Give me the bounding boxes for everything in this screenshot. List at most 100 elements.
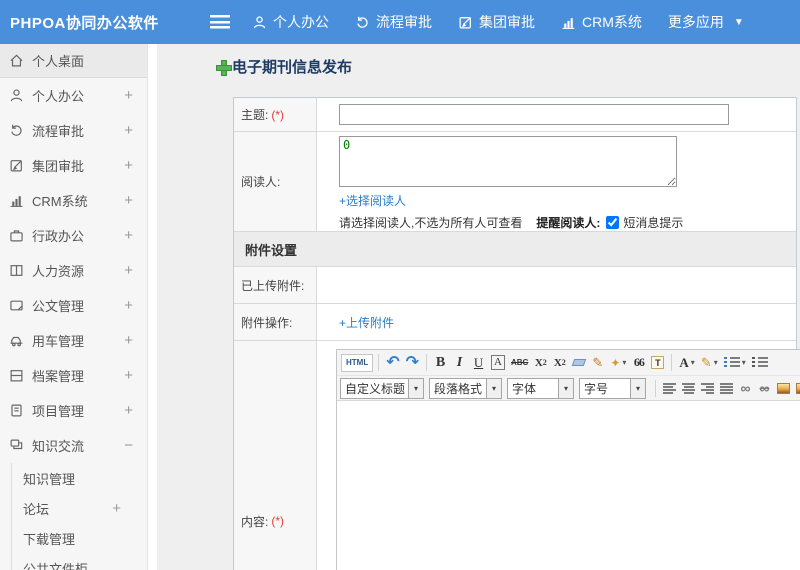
justify-button[interactable] <box>718 378 735 398</box>
format-painter-button[interactable]: ✎ <box>589 353 606 373</box>
superscript-button[interactable]: X2 <box>532 353 549 373</box>
nav-item-personal-office[interactable]: 个人办公 <box>252 12 329 32</box>
eraser-icon <box>571 359 587 366</box>
expand-toggle[interactable]: + <box>124 122 133 139</box>
subject-input[interactable] <box>339 104 729 125</box>
insert-link-button[interactable]: ∞ <box>737 378 754 398</box>
toolbar-separator <box>378 354 380 371</box>
blockquote-button[interactable]: 66 <box>630 353 647 373</box>
nav-label: 更多应用 <box>667 14 724 30</box>
align-center-button[interactable] <box>680 378 697 398</box>
editor-content-area[interactable] <box>337 400 800 570</box>
sidebar-item-document-mgmt[interactable]: 公文管理 + <box>0 288 147 323</box>
chevron-down-icon: ▾ <box>690 358 695 367</box>
book-icon <box>9 263 24 278</box>
expand-toggle[interactable]: + <box>124 367 133 384</box>
readers-row: 阅读人: 0 +选择阅读人 请选择阅读人,不选为所有人可查看 提醒阅读人: 短消… <box>234 132 796 232</box>
sidebar-item-vehicle-mgmt[interactable]: 用车管理 + <box>0 323 147 358</box>
top-nav: 个人办公 流程审批 集团审批 CRM系统 更多应用 ▼ <box>252 0 744 44</box>
ordered-list-icon <box>723 357 740 368</box>
bar-chart-icon <box>9 193 24 208</box>
expand-toggle[interactable]: + <box>124 192 133 209</box>
remind-readers-label: 提醒阅读人: <box>536 216 601 230</box>
nav-label: 个人办公 <box>273 14 329 30</box>
insert-image-button[interactable] <box>775 378 792 398</box>
uploaded-attachments-value <box>317 267 796 303</box>
font-color-button[interactable]: A ▾ <box>677 353 696 373</box>
chevron-down-icon: ▾ <box>486 378 502 398</box>
sidebar-item-project-mgmt[interactable]: 项目管理 + <box>0 393 147 428</box>
expand-toggle[interactable]: + <box>124 227 133 244</box>
sidebar-subitem-download-mgmt[interactable]: 下载管理 <box>12 523 147 553</box>
expand-toggle[interactable]: + <box>124 332 133 349</box>
edit-icon <box>458 15 473 30</box>
sidebar-subitem-forum[interactable]: 论坛 + <box>12 493 147 523</box>
insert-media-button[interactable] <box>794 378 800 398</box>
align-left-button[interactable] <box>661 378 678 398</box>
sidebar-subitem-public-cabinet[interactable]: 公共文件柜 <box>12 553 147 570</box>
sidebar-item-knowledge-exchange[interactable]: 知识交流 − <box>0 428 147 463</box>
expand-toggle[interactable]: + <box>124 87 133 104</box>
subscript-button[interactable]: X2 <box>551 353 568 373</box>
custom-heading-select[interactable]: 自定义标题 ▾ <box>340 377 424 399</box>
quick-format-button[interactable]: ✦ ▾ <box>608 353 628 373</box>
expand-toggle[interactable]: + <box>124 262 133 279</box>
underline-button[interactable]: U <box>470 353 487 373</box>
bold-button[interactable]: B <box>432 353 449 373</box>
uploaded-attachments-row: 已上传附件: <box>234 267 796 304</box>
expand-toggle[interactable]: + <box>124 402 133 419</box>
italic-button[interactable]: I <box>451 353 468 373</box>
cycle-icon <box>9 123 24 138</box>
readers-hint-line: 请选择阅读人,不选为所有人可查看 提醒阅读人: 短消息提示 <box>339 214 683 231</box>
person-icon <box>9 88 24 103</box>
collapse-toggle[interactable]: − <box>124 437 133 454</box>
app-logo[interactable]: PHPOA协同办公软件 <box>10 0 159 44</box>
undo-button[interactable]: ↶ <box>384 353 401 373</box>
select-readers-link[interactable]: +选择阅读人 <box>339 192 406 209</box>
paragraph-format-select[interactable]: 段落格式 ▾ <box>429 377 503 399</box>
sidebar-item-hr[interactable]: 人力资源 + <box>0 253 147 288</box>
strikethrough-button[interactable]: ABC <box>509 353 530 373</box>
sms-remind-checkbox[interactable] <box>606 216 620 229</box>
font-size-select[interactable]: 字号 ▾ <box>579 377 646 399</box>
sidebar-item-group-approval[interactable]: 集团审批 + <box>0 148 147 183</box>
font-family-select[interactable]: 字体 ▾ <box>507 377 574 399</box>
remove-format-button[interactable] <box>570 353 587 373</box>
sidebar-item-workflow-approval[interactable]: 流程审批 + <box>0 113 147 148</box>
sidebar-item-personal-desktop[interactable]: 个人桌面 <box>0 44 147 78</box>
align-right-button[interactable] <box>699 378 716 398</box>
sidebar-item-crm[interactable]: CRM系统 + <box>0 183 147 218</box>
toolbar-separator <box>654 379 656 397</box>
sidebar-item-archive-mgmt[interactable]: 档案管理 + <box>0 358 147 393</box>
paste-plain-text-button[interactable]: T <box>649 353 666 373</box>
chevron-down-icon: ▾ <box>622 358 627 367</box>
align-left-icon <box>662 382 676 394</box>
source-code-button[interactable]: HTML <box>341 353 374 372</box>
main-content: 电子期刊信息发布 主题: (*) 阅读人: 0 +选择阅读人 请选择阅读人,不选… <box>157 44 800 570</box>
rich-text-editor: HTML ↶ ↷ B I U A ABC X2 X2 ✎ ✦ ▾ 66 T A … <box>336 349 800 570</box>
nav-item-more-apps[interactable]: 更多应用 ▼ <box>668 12 744 32</box>
attachment-operation-label: 附件操作: <box>234 304 317 340</box>
readers-textarea[interactable]: 0 <box>339 136 677 187</box>
chevron-down-icon: ▼ <box>733 16 744 28</box>
font-style-button[interactable]: A <box>489 353 507 373</box>
expand-toggle[interactable]: + <box>124 157 133 174</box>
sidebar-item-admin-office[interactable]: 行政办公 + <box>0 218 147 253</box>
expand-toggle[interactable]: + <box>112 500 121 517</box>
upload-attachment-link[interactable]: +上传附件 <box>339 314 394 331</box>
hamburger-icon[interactable] <box>210 15 230 29</box>
ordered-list-button[interactable]: ▾ <box>722 353 748 373</box>
nav-item-group-approval[interactable]: 集团审批 <box>458 12 535 32</box>
nav-item-crm[interactable]: CRM系统 <box>561 12 642 32</box>
sidebar-item-personal-office[interactable]: 个人办公 + <box>0 78 147 113</box>
unordered-list-button[interactable] <box>750 353 770 373</box>
content-row: 内容: (*) HTML ↶ ↷ B I U A ABC X 2 X 2 ✎ ✦… <box>234 341 800 570</box>
redo-button[interactable]: ↷ <box>404 353 421 373</box>
remove-link-button[interactable]: ∞ <box>756 378 773 398</box>
subject-row: 主题: (*) <box>234 98 796 132</box>
expand-toggle[interactable]: + <box>124 297 133 314</box>
wand-icon: ✦ <box>610 355 621 370</box>
sidebar-subitem-knowledge-mgmt[interactable]: 知识管理 <box>12 463 147 493</box>
highlight-color-button[interactable]: ✎ ▾ <box>699 353 720 373</box>
nav-item-workflow-approval[interactable]: 流程审批 <box>355 12 432 32</box>
